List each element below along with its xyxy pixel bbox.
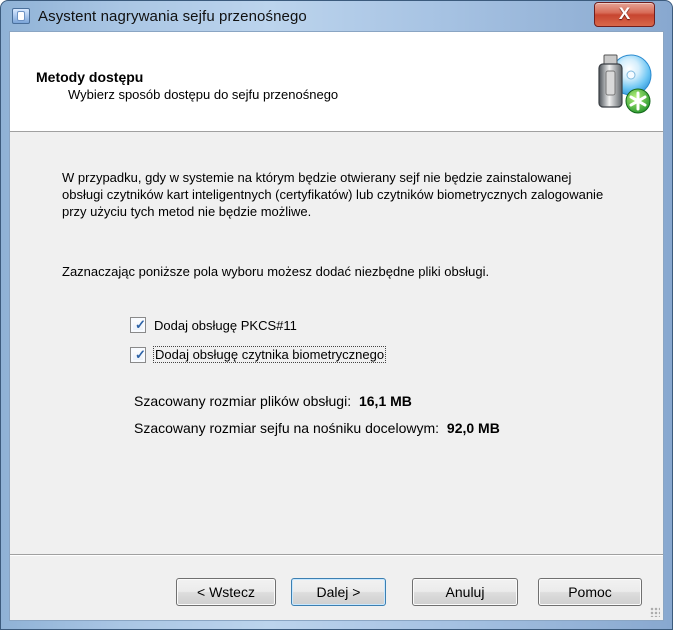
page-subtitle: Wybierz sposób dostępu do sejfu przenośn… [68,87,339,102]
support-files-size-label: Szacowany rozmiar plików obsługi: [134,393,352,409]
checkbox-instruction-text: Zaznaczając poniższe pola wyboru możesz … [62,264,490,279]
wizard-header: Metody dostępu Wybierz sposób dostępu do… [10,32,663,132]
title-bar[interactable]: Asystent nagrywania sejfu przenośnego X [1,1,672,31]
window-title: Asystent nagrywania sejfu przenośnego [38,8,307,25]
page-title: Metody dostępu [36,69,144,85]
footer-separator [10,554,663,556]
wizard-client-area: Metody dostępu Wybierz sposób dostępu do… [9,31,664,621]
pkcs11-checkbox[interactable]: ✓ [130,317,146,333]
wizard-window-icon [12,8,30,24]
portable-safe-wizard-icon [598,54,652,114]
help-button[interactable]: Pomoc [538,578,642,606]
support-files-size-value: 16,1 MB [358,393,412,409]
wizard-window: Asystent nagrywania sejfu przenośnego X … [0,0,673,630]
checkmark-icon: ✓ [135,347,146,362]
usb-drive-label [605,70,616,96]
biometric-reader-checkbox-label[interactable]: Dodaj obsługę czytnika biometrycznego [153,346,387,363]
biometric-reader-checkbox[interactable]: ✓ [130,347,146,363]
target-safe-size-value: 92,0 MB [446,420,500,436]
back-button[interactable]: < Wstecz [176,578,276,606]
pkcs11-checkbox-label[interactable]: Dodaj obsługę PKCS#11 [154,318,297,333]
disc-hole [626,70,636,80]
method-warning-text: W przypadku, gdy w systemie na którym bę… [62,170,604,219]
checkmark-icon: ✓ [135,317,146,332]
close-icon: X [618,4,631,23]
resize-grip[interactable] [650,607,660,617]
target-safe-size-label: Szacowany rozmiar sejfu na nośniku docel… [134,420,440,436]
support-files-size-line: Szacowany rozmiar plików obsługi: 16,1 M… [134,393,412,409]
next-button[interactable]: Dalej > [291,578,386,606]
close-button[interactable]: X [594,2,655,27]
cancel-button[interactable]: Anuluj [412,578,518,606]
target-safe-size-line: Szacowany rozmiar sejfu na nośniku docel… [134,420,500,436]
